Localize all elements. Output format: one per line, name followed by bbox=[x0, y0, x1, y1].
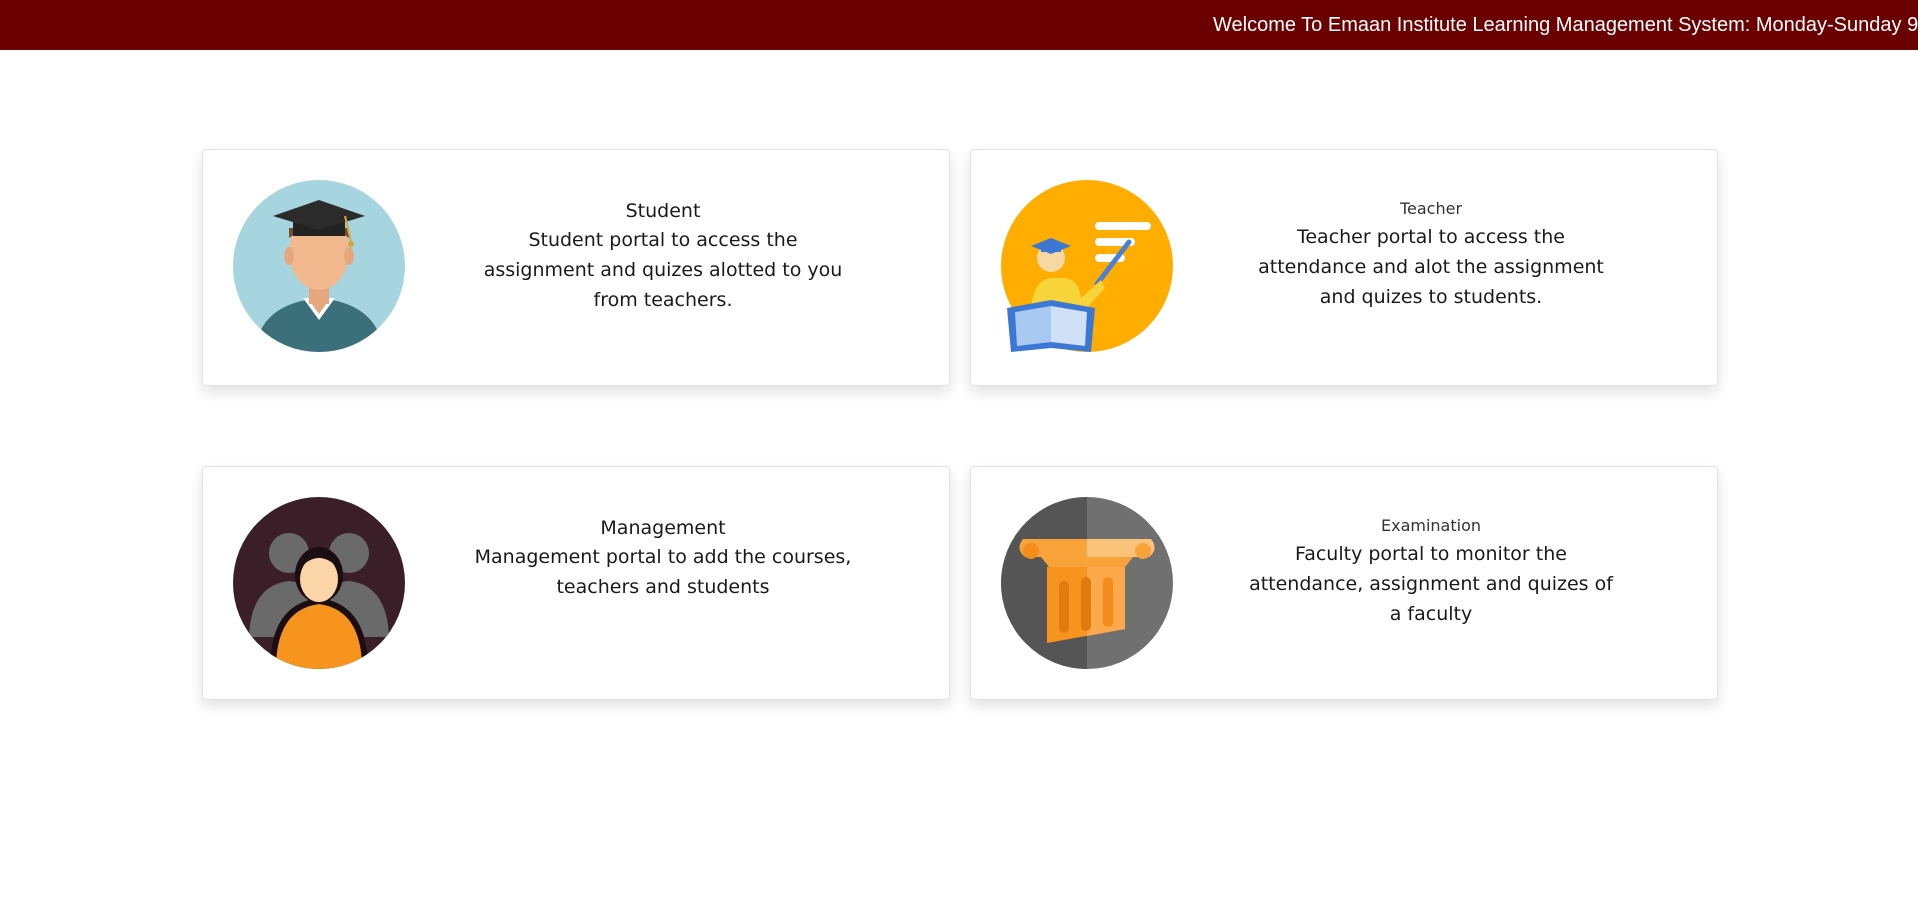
student-portal-card[interactable]: Student Student portal to access the ass… bbox=[202, 149, 950, 386]
card-title: Student bbox=[625, 200, 701, 222]
teacher-icon bbox=[1001, 180, 1173, 352]
top-banner: Welcome To Emaan Institute Learning Mana… bbox=[0, 0, 1918, 50]
card-description: Teacher portal to access the attendance … bbox=[1258, 226, 1604, 308]
pillar-icon bbox=[1001, 497, 1173, 669]
card-title: Management bbox=[600, 517, 726, 539]
management-icon bbox=[233, 497, 405, 669]
teacher-portal-card[interactable]: Teacher Teacher portal to access the att… bbox=[970, 149, 1718, 386]
card-title: Examination bbox=[1380, 516, 1481, 535]
student-graduate-icon bbox=[233, 180, 405, 352]
card-title: Teacher bbox=[1399, 199, 1463, 218]
welcome-marquee: Welcome To Emaan Institute Learning Mana… bbox=[1213, 14, 1918, 36]
examination-card-text: Examination Faculty portal to monitor th… bbox=[1241, 513, 1621, 629]
management-card-text: Management Management portal to add the … bbox=[473, 515, 853, 602]
card-description: Faculty portal to monitor the attendance… bbox=[1249, 543, 1613, 625]
card-description: Management portal to add the courses, te… bbox=[474, 546, 852, 598]
card-description: Student portal to access the assignment … bbox=[483, 229, 843, 311]
teacher-card-text: Teacher Teacher portal to access the att… bbox=[1241, 196, 1621, 312]
student-card-text: Student Student portal to access the ass… bbox=[473, 198, 853, 315]
management-portal-card[interactable]: Management Management portal to add the … bbox=[202, 466, 950, 700]
examination-portal-card[interactable]: Examination Faculty portal to monitor th… bbox=[970, 466, 1718, 700]
